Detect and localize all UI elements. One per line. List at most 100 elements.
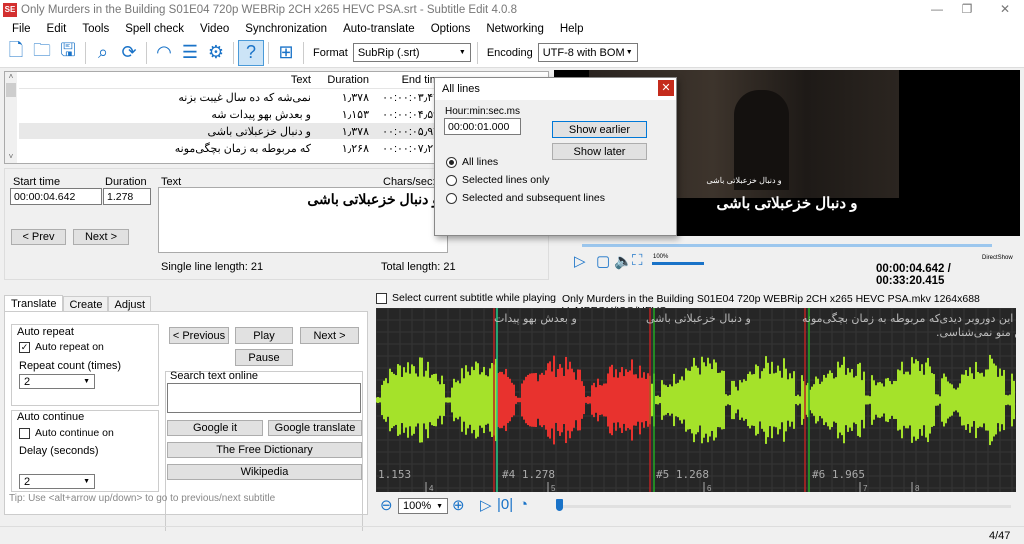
subtitle-text-input[interactable]: و دنبال خزعبلاتی باشی [158, 187, 448, 253]
play-icon[interactable]: ▷ [574, 252, 586, 270]
tab-translate[interactable]: Translate [4, 295, 64, 312]
menu-auto-translate[interactable]: Auto-translate [343, 23, 415, 35]
radio-all-lines[interactable]: All lines [446, 156, 498, 168]
auto-continue-checkbox[interactable]: Auto continue on [19, 427, 114, 439]
volume-level: 100% [653, 254, 669, 260]
radio-selected-subsequent[interactable]: Selected and subsequent lines [446, 192, 605, 204]
all-lines-dialog: All lines ✕ Hour:min:sec.ms 00:00:01.000… [434, 77, 677, 236]
show-earlier-button[interactable]: Show earlier [552, 121, 647, 138]
title-bar: SE Only Murders in the Building S01E04 7… [0, 0, 1024, 20]
minimize-button[interactable]: — [922, 2, 952, 16]
auto-continue-title: Auto continue [17, 411, 85, 423]
row-duration: ۱٫۳۷۸ [341, 126, 369, 138]
toolbar-separator [233, 41, 234, 64]
waveform-zoom-select[interactable]: 100% [398, 498, 448, 514]
next-button[interactable]: Next > [73, 229, 129, 245]
show-later-button[interactable]: Show later [552, 143, 647, 160]
zoom-out-icon[interactable]: ⊖ [380, 496, 393, 514]
next-subtitle-button[interactable]: Next > [300, 327, 359, 344]
app-logo-icon: SE [3, 3, 17, 17]
segment-duration-label: 1.153 [378, 468, 411, 481]
free-dictionary-button[interactable]: The Free Dictionary [167, 442, 362, 458]
time-tick-label: 6 [707, 484, 712, 492]
video-seek-bar[interactable] [582, 244, 992, 247]
waveform-position-slider[interactable] [556, 505, 1011, 508]
help-icon[interactable]: ? [238, 39, 264, 66]
replace-icon[interactable]: ⟳ [116, 40, 142, 66]
row-duration: ۱٫۲۶۸ [341, 143, 369, 155]
column-text[interactable]: Text [291, 74, 311, 86]
select-current-checkbox[interactable]: Select current subtitle while playing [376, 292, 556, 304]
menu-file[interactable]: File [12, 23, 31, 35]
stop-icon[interactable]: ▢ [596, 252, 610, 270]
time-format-label: Hour:min:sec.ms [445, 106, 521, 117]
time-offset-input[interactable]: 00:00:01.000 [444, 118, 521, 135]
google-it-button[interactable]: Google it [167, 420, 263, 436]
window-title: Only Murders in the Building S01E04 720p… [21, 4, 518, 16]
close-button[interactable]: ✕ [990, 2, 1020, 16]
zoom-in-icon[interactable]: ⊕ [452, 496, 465, 514]
segment-duration-label: #6 1.965 [812, 468, 865, 481]
toolbar-separator [268, 41, 269, 64]
tab-adjust[interactable]: Adjust [108, 296, 152, 312]
column-duration[interactable]: Duration [319, 74, 369, 86]
waveform-play-icon[interactable]: ▷ [480, 496, 492, 514]
menu-networking[interactable]: Networking [486, 23, 544, 35]
list-scrollbar[interactable]: ˄ ˅ [5, 72, 17, 163]
menu-edit[interactable]: Edit [47, 23, 67, 35]
wikipedia-button[interactable]: Wikipedia [167, 464, 362, 480]
segment-text: و دنبال خزعبلاتی باشی [646, 312, 751, 325]
open-folder-icon[interactable]: 🗀 [29, 40, 55, 66]
segment-text: وانمود کن منو نمی‌شناسی. [936, 326, 1016, 339]
menu-tools[interactable]: Tools [82, 23, 109, 35]
menu-video[interactable]: Video [200, 23, 229, 35]
menu-help[interactable]: Help [560, 23, 584, 35]
new-file-icon[interactable]: 🗋 [3, 40, 29, 66]
google-translate-button[interactable]: Google translate [268, 420, 362, 436]
fullscreen-icon[interactable]: ⛶ [632, 252, 643, 269]
pause-button[interactable]: Pause [235, 349, 293, 366]
row-duration: ۱٫۱۵۳ [341, 109, 369, 121]
play-button[interactable]: Play [235, 327, 293, 344]
segment-text: و بعدش بهو پیدات [494, 312, 577, 325]
menu-synchronization[interactable]: Synchronization [245, 23, 327, 35]
menu-spell-check[interactable]: Spell check [125, 23, 184, 35]
prev-button[interactable]: < Prev [11, 229, 66, 245]
dialog-close-icon[interactable]: ✕ [658, 80, 674, 96]
start-time-input[interactable]: 00:00:04.642 [10, 188, 102, 205]
start-time-label: Start time [13, 176, 61, 188]
volume-slider[interactable] [652, 262, 704, 265]
time-tick-label: 5 [551, 484, 556, 492]
duration-input[interactable]: 1.278 [103, 188, 151, 205]
toolbar: 🗋 🗀 🖫 ⌕ ⟳ ◠ ☰ ⚙ ? ⊞ Format SubRip (.srt)… [0, 38, 1024, 68]
settings-gear-icon[interactable]: ⚙ [203, 40, 229, 66]
format-select[interactable]: SubRip (.srt) [352, 43, 471, 62]
search-text-input[interactable] [167, 383, 361, 413]
encoding-select[interactable]: UTF-8 with BOM [537, 43, 638, 62]
visual-sync-icon[interactable]: ◠ [151, 40, 177, 66]
row-text: و دنبال خزعبلاتی باشی [207, 126, 311, 138]
repeat-count-select[interactable]: 2 [19, 374, 95, 389]
tab-create[interactable]: Create [63, 296, 109, 312]
row-text: نمی‌شه که ده سال غیبت بزنه [178, 92, 311, 104]
save-icon[interactable]: 🖫 [55, 40, 81, 66]
find-icon[interactable]: ⌕ [90, 40, 116, 66]
maximize-button[interactable]: ❐ [952, 2, 982, 16]
previous-button[interactable]: < Previous [169, 327, 229, 344]
slider-thumb[interactable] [556, 499, 563, 511]
tools-tabs: Translate Create Adjust Auto repeat ✓ Aut… [4, 295, 368, 531]
repeat-count-label: Repeat count (times) [19, 360, 122, 372]
row-text: که مربوطه به زمان بچگی‌مونه [174, 143, 311, 155]
radio-selected-lines[interactable]: Selected lines only [446, 174, 550, 186]
volume-icon[interactable]: 🔈 [614, 252, 633, 270]
spell-check-icon[interactable]: ☰ [177, 40, 203, 66]
center-position-icon[interactable]: |0| [497, 496, 513, 513]
audio-waveform[interactable]: و بعدش بهو پیدات 1.153 و دنبال خزعبلاتی با… [376, 308, 1016, 492]
menu-options[interactable]: Options [431, 23, 471, 35]
auto-repeat-checkbox[interactable]: ✓ Auto repeat on [19, 341, 104, 353]
layout-icon[interactable]: ⊞ [273, 40, 299, 66]
menu-bar: File Edit Tools Spell check Video Synchr… [0, 20, 1024, 38]
delay-select[interactable]: 2 [19, 474, 95, 489]
tip-text: Tip: Use <alt+arrow up/down> to go to pr… [9, 493, 276, 504]
playback-speed-icon[interactable]: ◔ [519, 496, 528, 513]
